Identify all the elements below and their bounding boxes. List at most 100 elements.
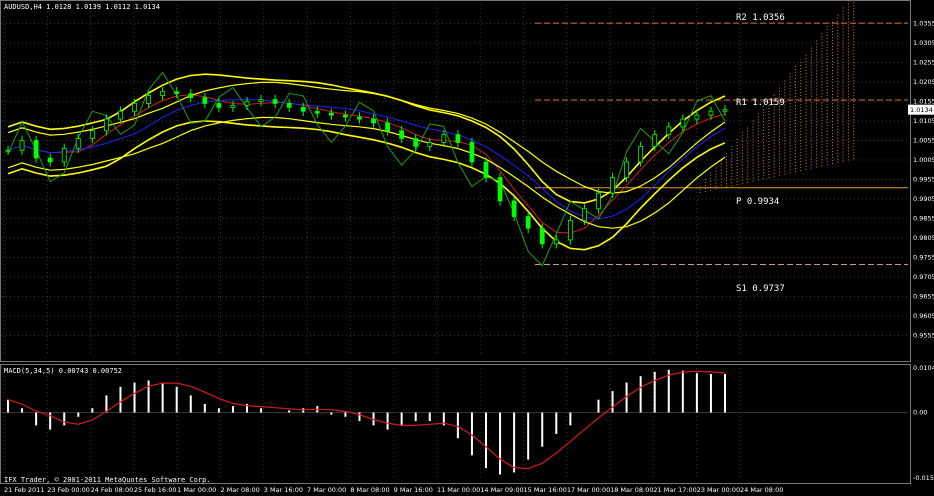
time-tick-label: 18 Mar 08:00 xyxy=(610,486,653,494)
candle-body xyxy=(33,140,39,159)
time-tick-label: 21 Mar 17:00 xyxy=(653,486,696,494)
grid xyxy=(2,4,908,478)
candle-body xyxy=(708,110,714,116)
candle-body xyxy=(413,138,419,147)
price-tick-label: 0.9955 xyxy=(913,176,934,184)
macd-signal-line xyxy=(7,370,726,470)
price-tick-label: 1.0155 xyxy=(913,98,934,106)
macd-panel-frame xyxy=(0,364,911,484)
candle-body xyxy=(385,122,390,132)
time-tick-label: 23 Feb 00:00 xyxy=(47,486,90,494)
chart-window[interactable]: 1.0355 1.0305 1.0255 1.0205 1.0155 1.0105 1.00… xyxy=(0,0,934,496)
time-tick-label: 17 Mar 00:00 xyxy=(567,486,610,494)
candle-body xyxy=(216,103,222,108)
time-tick-label: 23 Mar 00:00 xyxy=(697,486,740,494)
price-tick-label: 1.0105 xyxy=(913,117,934,125)
candle-body xyxy=(202,97,208,104)
candle-body xyxy=(610,177,615,194)
price-tick-label: 1.0005 xyxy=(913,156,934,164)
candle-body xyxy=(511,200,517,217)
candle-body xyxy=(539,227,545,245)
time-tick-label: 11 Mar 00:00 xyxy=(437,486,480,494)
candle-body xyxy=(652,134,658,147)
price-tick-label: 1.0355 xyxy=(913,20,934,28)
candle-body xyxy=(174,91,180,95)
price-panel-frame xyxy=(0,0,911,362)
price-tick-label: 1.0205 xyxy=(913,78,934,86)
pivot-label: P 0.9934 xyxy=(736,197,779,207)
candle-body xyxy=(272,99,278,104)
price-series xyxy=(5,87,728,249)
candle-body xyxy=(188,93,194,98)
price-tick-label: 0.9855 xyxy=(913,215,934,223)
candle-body xyxy=(47,157,53,163)
price-tick-label: 1.0055 xyxy=(913,137,934,145)
candle-body xyxy=(328,112,334,116)
candle-body xyxy=(483,161,489,178)
time-tick-label: 7 Mar 00:00 xyxy=(307,486,346,494)
candle-body xyxy=(469,142,475,163)
chart-canvas[interactable]: 1.0355 1.0305 1.0255 1.0205 1.0155 1.0105 1.00… xyxy=(0,0,934,496)
candle-body xyxy=(146,95,151,104)
macd-tick-label: 0.0104 xyxy=(913,364,934,372)
candle-body xyxy=(300,106,306,112)
time-tick-label: 24 Feb 08:00 xyxy=(91,486,134,494)
candle-body xyxy=(258,99,264,102)
candle-body xyxy=(75,138,81,149)
candle-body xyxy=(357,116,362,120)
price-tick-label: 1.0305 xyxy=(913,39,934,47)
candle-body xyxy=(638,145,644,163)
candle-body xyxy=(118,110,123,120)
candle-body xyxy=(680,118,686,128)
candle-body xyxy=(427,142,433,147)
candle-body xyxy=(286,103,292,108)
candle-body xyxy=(132,103,137,112)
time-tick-label: 21 Feb 2011 xyxy=(4,486,44,494)
price-tick-label: 0.9705 xyxy=(913,273,934,281)
candle-body xyxy=(160,91,166,97)
candle-body xyxy=(666,126,672,136)
time-tick-label: 15 Mar 16:00 xyxy=(524,486,567,494)
r1-label: R1 1.0159 xyxy=(736,98,785,108)
candle-body xyxy=(582,208,587,221)
candle-body xyxy=(61,147,67,163)
price-tick-label: 0.9655 xyxy=(913,293,934,301)
time-tick-label: 14 Mar 09:00 xyxy=(480,486,523,494)
price-axis: 1.0355 1.0305 1.0255 1.0205 1.0155 1.0105 1.00… xyxy=(908,20,934,482)
candle-body xyxy=(694,114,700,120)
time-tick-label: 25 Feb 16:00 xyxy=(134,486,177,494)
candle-body xyxy=(230,105,236,108)
candle-body xyxy=(596,192,601,210)
price-tick-label: 0.9555 xyxy=(913,332,934,340)
current-price-label: 1.0134 xyxy=(910,106,933,114)
time-tick-label: 9 Mar 16:00 xyxy=(394,486,433,494)
bollinger-mid-lower-line xyxy=(7,116,726,229)
candle-body xyxy=(624,161,629,178)
price-tick-label: 0.9605 xyxy=(913,312,934,320)
candle-body xyxy=(104,118,109,132)
candle-body xyxy=(455,134,461,143)
price-tick-label: 1.0255 xyxy=(913,59,934,67)
candle-body xyxy=(567,220,573,241)
candle-body xyxy=(497,177,503,202)
copyright-text: IFX Trader, © 2001-2011 MetaQuotes Softw… xyxy=(4,476,211,484)
candle-body xyxy=(5,149,11,152)
ma-red-line xyxy=(7,94,726,234)
candle-body xyxy=(722,109,728,112)
candle-body xyxy=(244,101,250,106)
candle-body xyxy=(525,216,531,229)
candle-body xyxy=(19,140,25,151)
candle-body xyxy=(441,134,447,143)
candle-body xyxy=(553,239,559,245)
time-axis: 21 Feb 2011 23 Feb 00:00 24 Feb 08:00 25 Fe… xyxy=(4,486,783,494)
macd-tick-label: -0.0153 xyxy=(913,474,934,482)
candle-body xyxy=(399,130,405,139)
macd-histogram xyxy=(2,369,908,475)
candle-body xyxy=(371,118,376,124)
price-tick-label: 0.9755 xyxy=(913,254,934,262)
candle-body xyxy=(343,114,348,118)
time-tick-label: 2 Mar 08:00 xyxy=(220,486,259,494)
time-tick-label: 3 Mar 16:00 xyxy=(264,486,303,494)
macd-header: MACD(5,34,5) 0.00743 0.00752 xyxy=(4,367,122,375)
macd-tick-label: 0.00 xyxy=(913,409,927,417)
